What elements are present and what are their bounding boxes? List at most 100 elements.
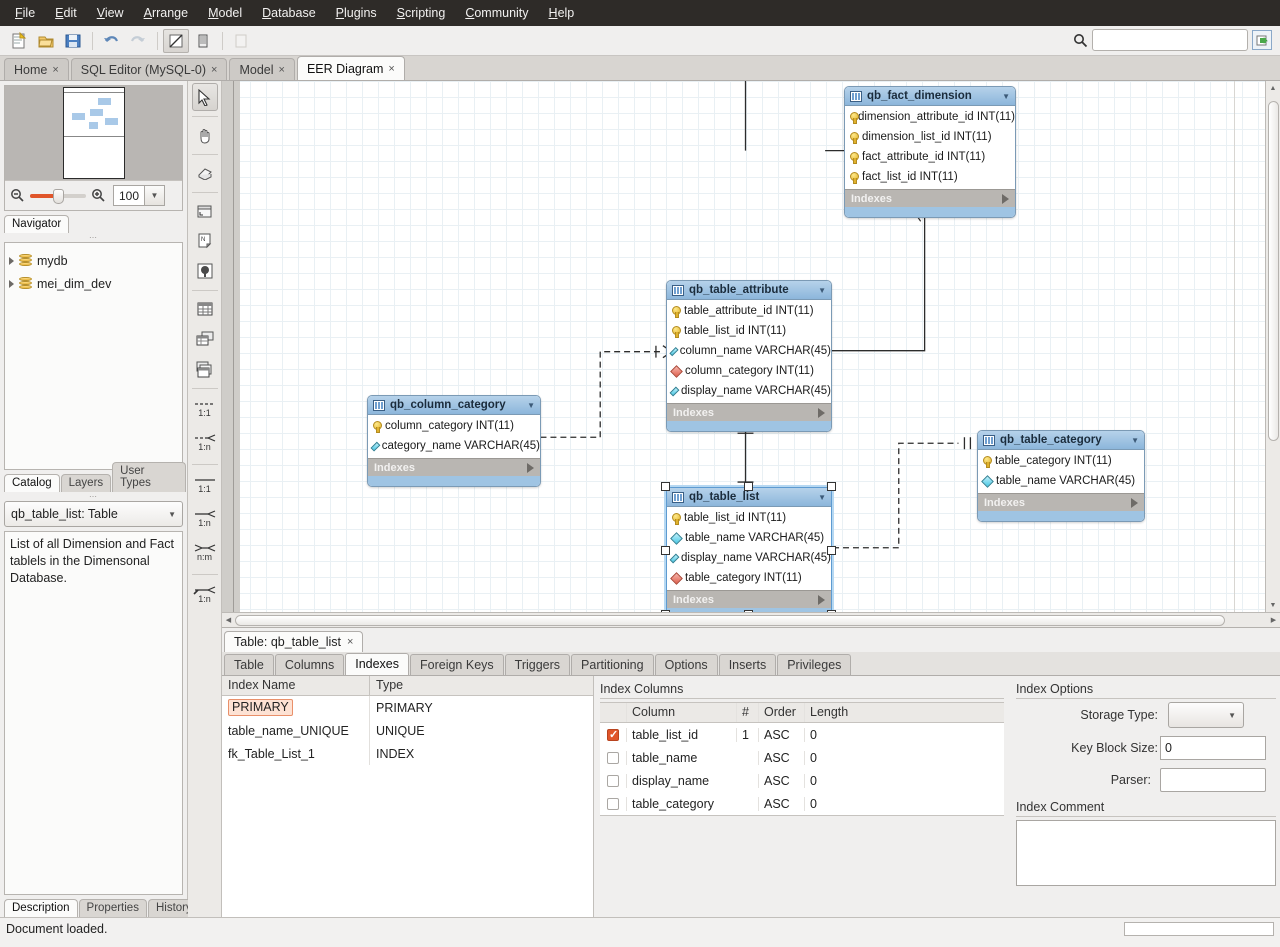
chevron-down-icon[interactable]: ▼ [168,510,176,519]
index-column-length[interactable]: 0 [804,774,1004,788]
storage-type-select[interactable]: ▼ [1168,702,1244,728]
index-column-order[interactable]: ASC [758,751,804,765]
eer-table-qb-column-category[interactable]: qb_column_category ▼ column_category INT… [367,395,541,487]
tab-indexes[interactable]: Indexes [345,653,409,675]
resize-handle-se[interactable] [827,610,836,612]
eer-column[interactable]: column_category INT(11) [368,416,540,436]
chevron-down-icon[interactable]: ▼ [818,493,826,502]
eer-column[interactable]: fact_attribute_id INT(11) [845,147,1015,167]
tab-table[interactable]: Table [224,654,274,675]
search-input[interactable] [1092,29,1248,51]
tab-partitioning[interactable]: Partitioning [571,654,654,675]
panel-tab-user-types[interactable]: User Types [112,462,186,492]
index-columns-table[interactable]: Column # Order Length table_list_id 1 AS… [600,702,1004,816]
panel-tab-layers[interactable]: Layers [61,474,112,492]
hscroll-thumb[interactable] [235,615,1225,626]
eer-table-header[interactable]: qb_table_category ▼ [978,431,1144,450]
eer-column[interactable]: table_category INT(11) [667,568,831,588]
chevron-right-icon[interactable] [1002,194,1009,204]
menu-file[interactable]: File [6,3,44,23]
relation-1n-identifying[interactable]: 1:n [192,427,218,459]
eer-column[interactable]: dimension_attribute_id INT(11) [845,107,1015,127]
tree-item-mydb[interactable]: mydb [9,249,178,272]
index-comment-textarea[interactable] [1016,820,1276,886]
tab-home[interactable]: Home × [4,58,69,80]
note-tool[interactable]: N [192,227,218,255]
eer-indexes-section[interactable]: Indexes [978,493,1144,511]
index-column-row[interactable]: table_list_id 1 ASC 0 [600,723,1004,746]
zoom-slider-knob[interactable] [53,189,64,204]
index-column-checkbox[interactable] [607,752,619,764]
close-icon[interactable]: × [347,636,353,648]
chevron-down-icon[interactable]: ▼ [818,286,826,295]
relation-1n-non-identifying[interactable]: 1:n [192,503,218,535]
eer-column[interactable]: table_name VARCHAR(45) [667,528,831,548]
eer-indexes-section[interactable]: Indexes [845,189,1015,207]
index-type-value[interactable]: PRIMARY [370,701,433,715]
menu-help[interactable]: Help [540,3,584,23]
index-column-name[interactable]: table_name [626,751,736,765]
chevron-right-icon[interactable] [818,595,825,605]
eer-column[interactable]: table_category INT(11) [978,451,1144,471]
index-row-table-name-unique[interactable]: table_name_UNIQUE UNIQUE [222,719,593,742]
index-row-primary[interactable]: PRIMARY PRIMARY [222,696,593,719]
index-column-name[interactable]: display_name [626,774,736,788]
paste-icon[interactable] [228,29,254,53]
zoom-in-icon[interactable] [91,188,106,203]
resize-handle-n[interactable] [744,482,753,491]
relation-pick[interactable]: 1:n [192,579,218,611]
menu-database[interactable]: Database [253,3,325,23]
view-tool[interactable] [192,325,218,353]
canvas-horizontal-scrollbar[interactable]: ◀ ▶ [222,612,1280,627]
eer-indexes-section[interactable]: Indexes [667,590,831,608]
index-row-fk-table-list-1[interactable]: fk_Table_List_1 INDEX [222,742,593,765]
eer-column[interactable]: display_name VARCHAR(45) [667,548,831,568]
eer-column[interactable]: table_list_id INT(11) [667,508,831,528]
table-tool[interactable] [192,295,218,323]
zoom-out-icon[interactable] [10,188,25,203]
relation-11-identifying[interactable]: 1:1 [192,393,218,425]
eer-canvas[interactable]: qb_fact_dimension ▼ dimension_attribute_… [234,81,1265,612]
relation-11-non-identifying[interactable]: 1:1 [192,469,218,501]
eer-table-qb-table-category[interactable]: qb_table_category ▼ table_category INT(1… [977,430,1145,522]
close-icon[interactable]: × [211,64,217,76]
scroll-left-icon[interactable]: ◀ [222,613,235,627]
close-icon[interactable]: × [279,64,285,76]
tab-model[interactable]: Model × [229,58,294,80]
resize-handle-ne[interactable] [827,482,836,491]
chevron-down-icon[interactable]: ▼ [1002,92,1010,101]
close-icon[interactable]: × [388,63,394,75]
eer-table-qb-fact-dimension[interactable]: qb_fact_dimension ▼ dimension_attribute_… [844,86,1016,218]
undo-icon[interactable] [98,29,124,53]
zoom-slider[interactable] [30,194,86,198]
tab-columns[interactable]: Columns [275,654,344,675]
eer-column[interactable]: table_attribute_id INT(11) [667,301,831,321]
close-icon[interactable]: × [52,64,58,76]
index-column-row[interactable]: display_name ASC 0 [600,769,1004,792]
chevron-down-icon[interactable]: ▼ [527,401,535,410]
key-block-size-input[interactable]: 0 [1160,736,1266,760]
eer-column[interactable]: fact_list_id INT(11) [845,167,1015,187]
tab-sql-editor[interactable]: SQL Editor (MySQL-0) × [71,58,228,80]
eer-table-header[interactable]: qb_fact_dimension ▼ [845,87,1015,106]
index-column-name[interactable]: table_category [626,797,736,811]
index-column-order[interactable]: ASC [758,797,804,811]
eer-column[interactable]: table_name VARCHAR(45) [978,471,1144,491]
layer-tool[interactable] [192,197,218,225]
index-column-checkbox[interactable] [607,729,619,741]
vscroll-thumb[interactable] [1268,101,1279,441]
resize-handle-sw[interactable] [661,610,670,612]
chevron-right-icon[interactable] [1131,498,1138,508]
eraser-tool[interactable] [192,159,218,187]
panel-tab-catalog[interactable]: Catalog [4,474,60,492]
chevron-right-icon[interactable] [9,280,14,288]
index-column-checkbox[interactable] [607,775,619,787]
menu-edit[interactable]: Edit [46,3,86,23]
toggle-grid-icon[interactable] [163,29,189,53]
index-name-value[interactable]: PRIMARY [228,699,293,716]
tab-eer-diagram[interactable]: EER Diagram × [297,56,405,80]
object-selector-combo[interactable]: qb_table_list: Table ▼ [4,501,183,527]
save-model-icon[interactable] [60,29,86,53]
menu-scripting[interactable]: Scripting [388,3,455,23]
eer-table-header[interactable]: qb_table_attribute ▼ [667,281,831,300]
